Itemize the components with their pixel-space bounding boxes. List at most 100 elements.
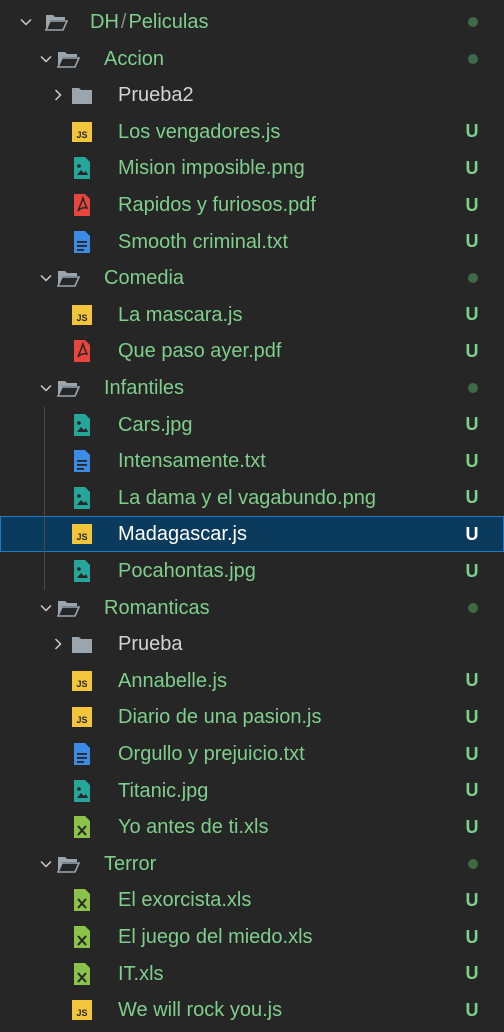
file-row-smooth-criminal-txt[interactable]: Smooth criminal.txt U — [0, 224, 504, 260]
file-label: We will rock you.js — [118, 999, 283, 1022]
file-label: El juego del miedo.xls — [118, 926, 313, 948]
chevron-right-icon[interactable] — [48, 634, 68, 654]
js-file-icon: JS — [70, 522, 94, 546]
folder-row-comedia[interactable]: Comedia — [0, 260, 504, 296]
text-file-icon — [70, 230, 94, 254]
git-status-badge: U — [465, 963, 479, 984]
folder-open-icon — [56, 376, 80, 400]
image-file-icon — [70, 779, 94, 803]
folder-icon — [70, 83, 94, 107]
file-label: Yo antes de ti.xls — [118, 816, 269, 839]
file-label: Intensamente.txt — [118, 450, 266, 473]
file-label: Titanic.jpg — [118, 779, 209, 802]
file-label: IT.xls — [118, 962, 164, 985]
git-status-badge: U — [465, 194, 479, 215]
file-explorer-tree: DH / Peliculas Accion Prueba2 JS Los vengadore… — [0, 0, 504, 1032]
folder-icon — [70, 632, 94, 656]
file-row-el-juego-del-miedo-xls[interactable]: El juego del miedo.xls U — [0, 919, 504, 955]
git-status-badge: U — [465, 780, 479, 801]
text-file-icon — [70, 742, 94, 766]
chevron-down-icon[interactable] — [16, 12, 36, 32]
file-row-cars-jpg[interactable]: Cars.jpg U — [0, 407, 504, 443]
folder-label: Romanticas — [104, 596, 210, 619]
git-status-badge: U — [465, 816, 479, 837]
chevron-down-icon[interactable] — [36, 598, 56, 618]
file-label: El exorcista.xls — [118, 889, 252, 912]
folder-row-dh-peliculas[interactable]: DH / Peliculas — [0, 4, 504, 40]
folder-open-icon — [56, 47, 80, 71]
js-file-icon: JS — [70, 705, 94, 729]
js-file-icon: JS — [70, 303, 94, 327]
file-row-intensamente-txt[interactable]: Intensamente.txt U — [0, 443, 504, 479]
git-status-badge: U — [465, 523, 479, 544]
text-file-icon — [70, 449, 94, 473]
image-file-icon — [70, 413, 94, 437]
path-separator: / — [120, 11, 127, 33]
file-row-diario-de-una-pasion-js[interactable]: JS Diario de una pasion.js U — [0, 699, 504, 735]
path-segment[interactable]: DH — [90, 11, 119, 33]
chevron-down-icon[interactable] — [36, 854, 56, 874]
excel-file-icon — [70, 925, 94, 949]
file-row-el-exorcista-xls[interactable]: El exorcista.xls U — [0, 882, 504, 918]
folder-row-prueba2[interactable]: Prueba2 — [0, 77, 504, 113]
git-status-badge: U — [465, 414, 479, 435]
file-row-que-paso-ayer-pdf[interactable]: Que paso ayer.pdf U — [0, 333, 504, 369]
file-row-la-mascara-js[interactable]: JS La mascara.js U — [0, 297, 504, 333]
git-status-badge: U — [465, 706, 479, 727]
git-status-badge: U — [465, 304, 479, 325]
js-file-icon: JS — [70, 669, 94, 693]
file-row-titanic-jpg[interactable]: Titanic.jpg U — [0, 773, 504, 809]
folder-path-label: DH / Peliculas — [90, 4, 209, 40]
file-row-mision-imposible-png[interactable]: Mision imposible.png U — [0, 150, 504, 186]
svg-text:JS: JS — [76, 313, 87, 323]
file-row-madagascar-js[interactable]: JS Madagascar.js U — [0, 516, 504, 553]
svg-text:JS: JS — [76, 679, 87, 689]
svg-text:JS: JS — [76, 1008, 87, 1018]
modified-dot-indicator — [468, 17, 478, 27]
file-label: Annabelle.js — [118, 669, 227, 692]
file-row-yo-antes-de-ti-xls[interactable]: Yo antes de ti.xls U — [0, 809, 504, 845]
git-status-badge: U — [465, 743, 479, 764]
folder-open-icon — [56, 852, 80, 876]
excel-file-icon — [70, 815, 94, 839]
file-row-los-vengadores-js[interactable]: JS Los vengadores.js U — [0, 114, 504, 150]
file-label: La dama y el vagabundo.png — [118, 486, 376, 509]
modified-dot-indicator — [468, 602, 478, 613]
excel-file-icon — [70, 888, 94, 912]
git-status-badge: U — [465, 340, 479, 361]
folder-row-infantiles[interactable]: Infantiles — [0, 370, 504, 406]
git-status-badge: U — [465, 670, 479, 691]
chevron-down-icon[interactable] — [36, 378, 56, 398]
folder-open-icon — [56, 266, 80, 290]
file-row-it-xls[interactable]: IT.xls U — [0, 956, 504, 992]
chevron-down-icon[interactable] — [36, 49, 56, 69]
folder-label: Comedia — [104, 267, 185, 290]
file-label: Cars.jpg — [118, 413, 193, 436]
folder-row-terror[interactable]: Terror — [0, 846, 504, 882]
folder-row-accion[interactable]: Accion — [0, 41, 504, 77]
file-row-rapidos-y-furiosos-pdf[interactable]: Rapidos y furiosos.pdf U — [0, 187, 504, 223]
folder-row-romanticas[interactable]: Romanticas — [0, 590, 504, 626]
folder-label: Prueba — [118, 633, 183, 656]
path-segment[interactable]: Peliculas — [128, 11, 208, 33]
git-status-badge: U — [465, 560, 479, 581]
file-label: Orgullo y prejuicio.txt — [118, 743, 305, 765]
file-row-pocahontas-jpg[interactable]: Pocahontas.jpg U — [0, 553, 504, 589]
file-row-la-dama-y-el-vagabundo-png[interactable]: La dama y el vagabundo.png U — [0, 480, 504, 516]
git-status-badge: U — [465, 231, 479, 252]
file-row-orgullo-y-prejuicio-txt[interactable]: Orgullo y prejuicio.txt U — [0, 736, 504, 772]
image-file-icon — [70, 559, 94, 583]
file-row-we-will-rock-you-js[interactable]: JS We will rock you.js U — [0, 992, 504, 1028]
chevron-down-icon[interactable] — [36, 268, 56, 288]
pdf-file-icon — [70, 193, 94, 217]
file-label: Smooth criminal.txt — [118, 230, 289, 253]
folder-row-prueba[interactable]: Prueba — [0, 626, 504, 662]
file-label: Rapidos y furiosos.pdf — [118, 194, 316, 216]
chevron-right-icon[interactable] — [48, 85, 68, 105]
pdf-file-icon — [70, 339, 94, 363]
folder-label: Infantiles — [104, 377, 185, 399]
file-label: Diario de una pasion.js — [118, 706, 322, 729]
file-row-annabelle-js[interactable]: JS Annabelle.js U — [0, 663, 504, 699]
git-status-badge: U — [465, 999, 479, 1020]
modified-dot-indicator — [468, 273, 478, 284]
